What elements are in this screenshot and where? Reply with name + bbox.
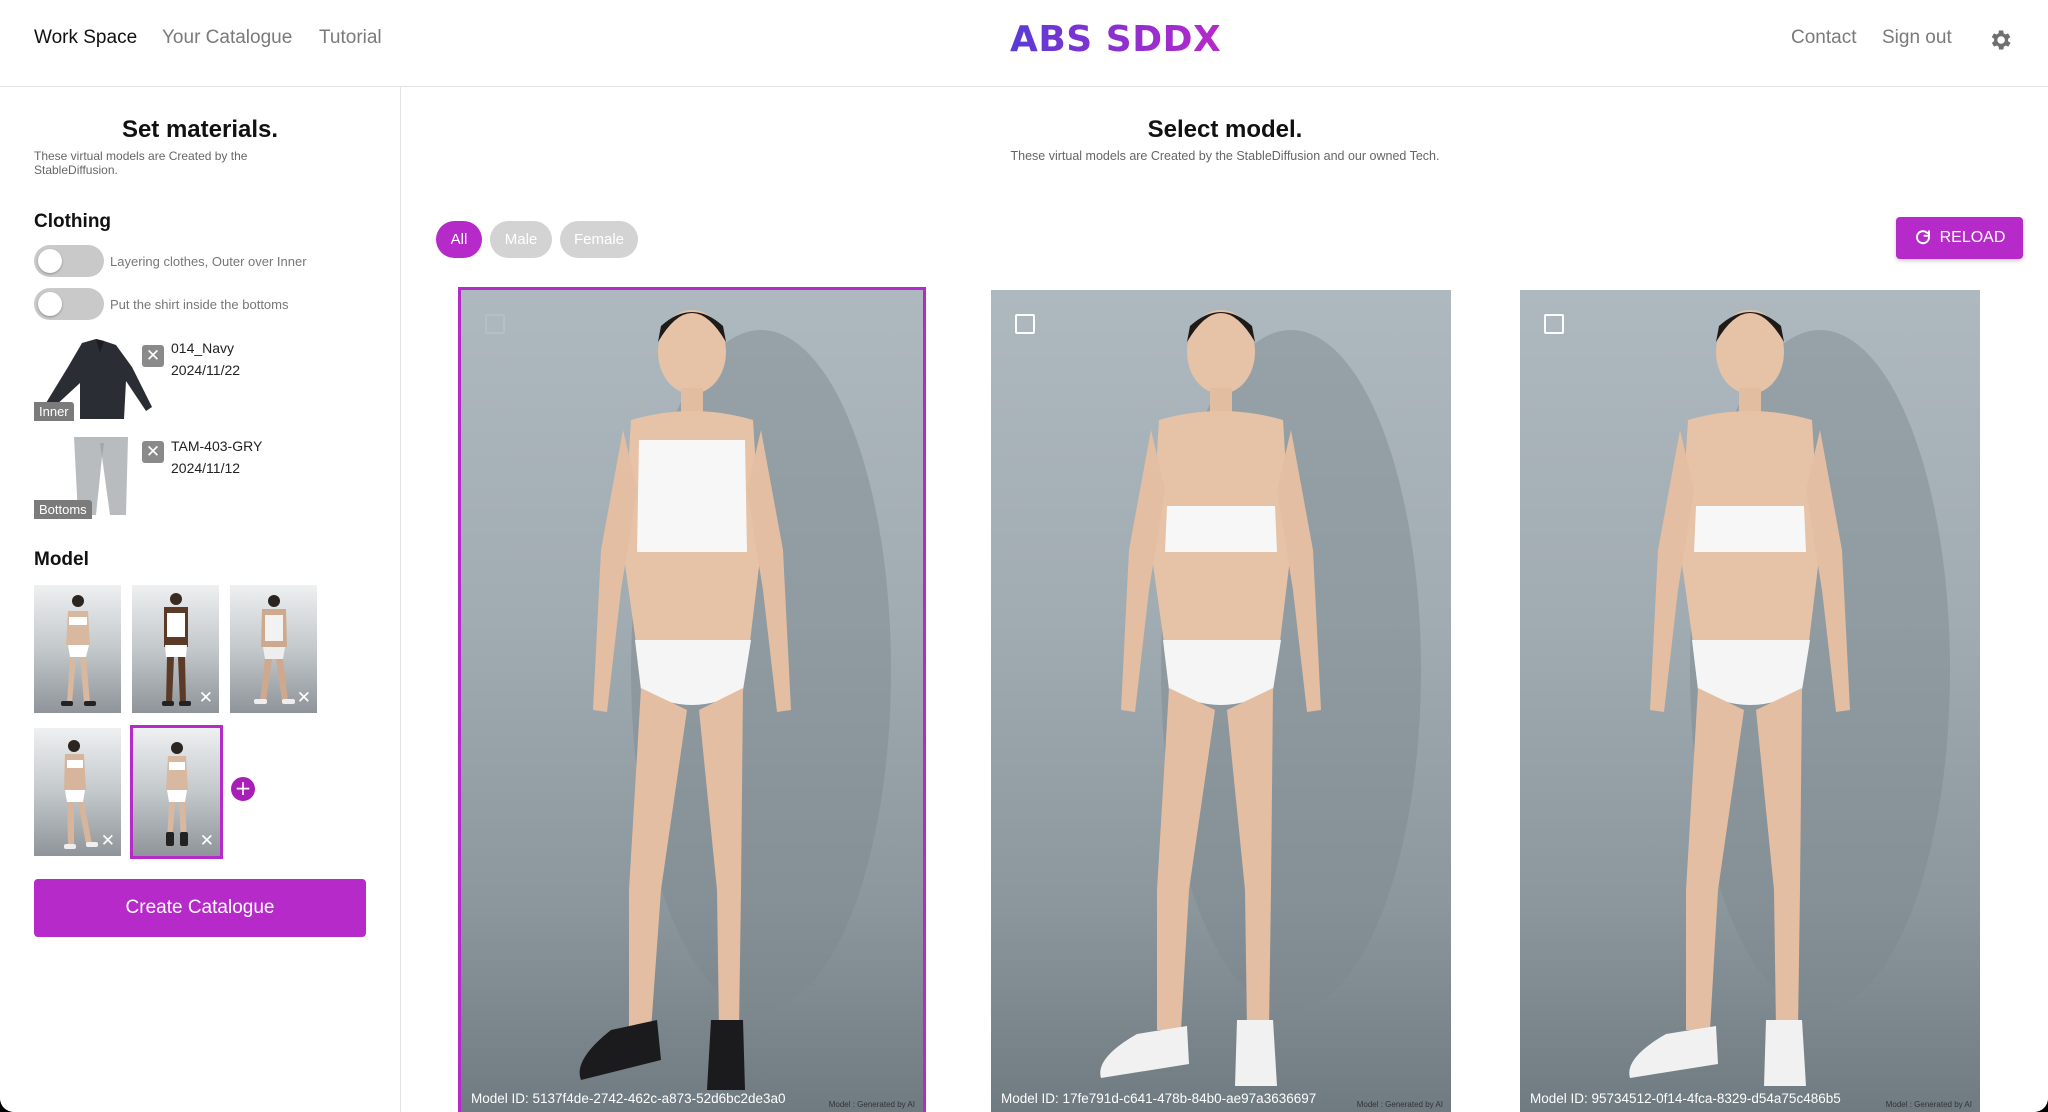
create-catalogue-button[interactable]: Create Catalogue [34,879,366,937]
clothing-badge: Inner [34,402,74,421]
tuck-shirt-toggle[interactable] [34,288,104,320]
layering-toggle-label: Layering clothes, Outer over Inner [110,253,307,269]
generated-by-ai-label: Model : Generated by AI [828,1100,915,1109]
model-thumbnail[interactable]: ✕ [132,585,219,713]
model-photo [579,310,891,1090]
clothing-info: TAM-403-GRY 2024/11/12 [171,435,262,479]
model-thumbnail-selected[interactable]: ✕ [130,725,223,859]
filter-female[interactable]: Female [560,221,638,258]
remove-model-icon[interactable]: ✕ [199,688,213,708]
model-figure [61,595,96,706]
remove-model-icon[interactable]: ✕ [200,831,214,851]
nav-sign-out[interactable]: Sign out [1882,27,1952,49]
model-id-label: Model ID: 95734512-0f14-4fca-8329-d54a75… [1530,1091,1841,1106]
model-selection-panel: Select model. These virtual models are C… [402,87,2048,1112]
model-card[interactable]: Model ID: 17fe791d-c641-478b-84b0-ae97a3… [991,290,1451,1112]
reload-button[interactable]: RELOAD [1896,217,2023,259]
remove-clothing-button[interactable]: ✕ [142,441,164,463]
model-id-label: Model ID: 5137f4de-2742-462c-a873-52d6bc… [471,1091,786,1106]
materials-sidebar: Set materials. These virtual models are … [0,87,401,1112]
main-title: Select model. [1147,116,1303,143]
clothing-badge: Bottoms [34,500,92,519]
model-heading: Model [34,549,89,570]
toggle-knob [38,249,62,273]
nav-contact[interactable]: Contact [1791,27,1856,49]
toggle-row-layering: Layering clothes, Outer over Inner [34,245,307,277]
clothing-item-inner[interactable]: Inner ✕ 014_Navy 2024/11/22 [34,337,334,423]
model-card[interactable]: Model ID: 5137f4de-2742-462c-a873-52d6bc… [458,287,926,1112]
model-thumbnail[interactable]: ✕ [34,728,121,856]
remove-model-icon[interactable]: ✕ [101,831,115,851]
nav-work-space[interactable]: Work Space [34,27,137,49]
reload-label: RELOAD [1939,229,2006,246]
model-id-label: Model ID: 17fe791d-c641-478b-84b0-ae97a3… [1001,1091,1317,1106]
model-checkbox[interactable] [1015,314,1035,334]
tuck-shirt-toggle-label: Put the shirt inside the bottoms [110,296,289,312]
model-card[interactable]: Model ID: 95734512-0f14-4fca-8329-d54a75… [1520,290,1980,1112]
sidebar-title: Set materials. [121,116,279,143]
filter-male[interactable]: Male [490,221,552,258]
filter-all[interactable]: All [436,221,482,258]
clothing-date: 2024/11/12 [171,460,241,476]
sidebar-subtitle: These virtual models are Created by the … [34,149,248,177]
layering-toggle[interactable] [34,245,104,277]
model-thumbnail[interactable]: ✕ [230,585,317,713]
remove-model-icon[interactable]: ✕ [297,688,311,708]
clothing-item-bottoms[interactable]: Bottoms ✕ TAM-403-GRY 2024/11/12 [34,435,334,519]
main-subtitle: These virtual models are Created by the … [1010,149,1440,163]
model-checkbox[interactable] [485,314,505,334]
remove-clothing-button[interactable]: ✕ [142,345,164,367]
toggle-row-tuck-shirt: Put the shirt inside the bottoms [34,288,288,320]
generated-by-ai-label: Model : Generated by AI [1885,1100,1972,1109]
clothing-name: 014_Navy [171,340,235,356]
model-photo [1629,310,1950,1086]
model-photo [1100,310,1421,1086]
top-nav-bar: Work Space Your Catalogue Tutorial ABS S… [0,0,2048,87]
toggle-knob [38,292,62,316]
clothing-heading: Clothing [34,211,112,232]
model-thumbnail[interactable] [34,585,121,713]
gear-icon[interactable] [1987,27,2013,53]
app-logo[interactable]: ABS SDDX [1010,19,1221,60]
clothing-info: 014_Navy 2024/11/22 [171,337,240,381]
nav-your-catalogue[interactable]: Your Catalogue [162,27,292,49]
model-checkbox[interactable] [1544,314,1564,334]
add-model-button[interactable]: + [231,777,255,801]
refresh-icon [1915,230,1930,245]
clothing-name: TAM-403-GRY [171,438,263,454]
nav-tutorial[interactable]: Tutorial [319,27,382,49]
generated-by-ai-label: Model : Generated by AI [1356,1100,1443,1109]
clothing-date: 2024/11/22 [171,362,241,378]
